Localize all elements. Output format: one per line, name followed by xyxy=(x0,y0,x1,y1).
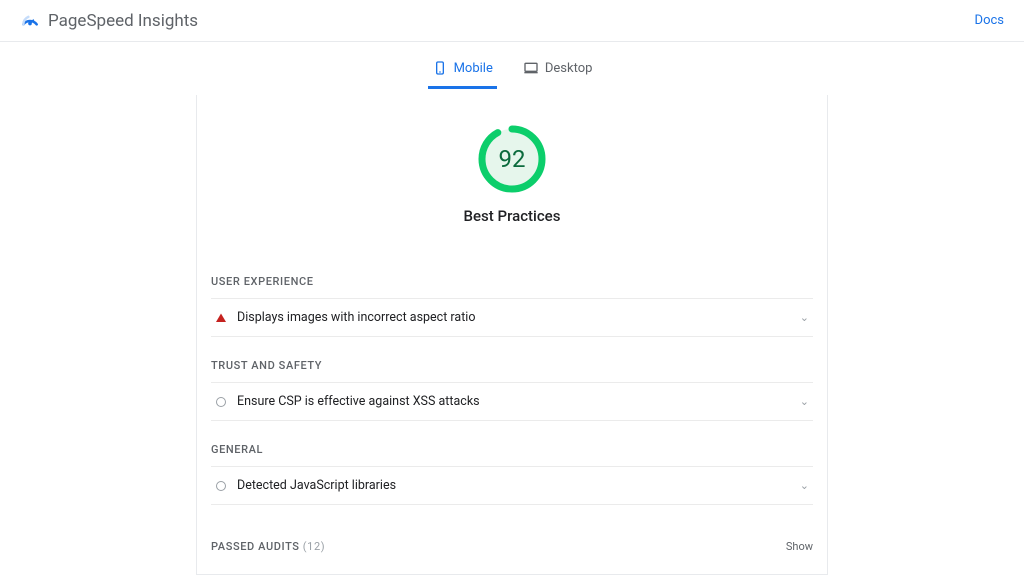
audit-csp-xss[interactable]: Ensure CSP is effective against XSS atta… xyxy=(211,382,813,421)
passed-count: (12) xyxy=(303,540,325,553)
info-circle-icon xyxy=(215,396,227,408)
audit-title: Displays images with incorrect aspect ra… xyxy=(237,310,475,325)
score-section: 92 Best Practices xyxy=(197,95,827,253)
section-trust-safety: TRUST AND SAFETY Ensure CSP is effective… xyxy=(197,355,827,421)
section-heading: TRUST AND SAFETY xyxy=(211,355,813,382)
info-circle-icon xyxy=(215,480,227,492)
audit-title: Ensure CSP is effective against XSS atta… xyxy=(237,394,480,409)
topbar: PageSpeed Insights Docs xyxy=(0,0,1024,42)
pagespeed-logo-icon xyxy=(20,11,40,31)
audit-title: Detected JavaScript libraries xyxy=(237,478,396,493)
score-value: 92 xyxy=(478,125,546,193)
score-gauge: 92 xyxy=(478,125,546,193)
report-card: 92 Best Practices USER EXPERIENCE Displa… xyxy=(196,95,828,575)
desktop-icon xyxy=(523,60,539,76)
passed-audits-row[interactable]: PASSED AUDITS (12) Show xyxy=(197,525,827,554)
show-toggle[interactable]: Show xyxy=(786,540,813,553)
section-user-experience: USER EXPERIENCE Displays images with inc… xyxy=(197,271,827,337)
brand: PageSpeed Insights xyxy=(20,11,198,31)
device-tabs: Mobile Desktop xyxy=(0,42,1024,89)
section-heading: USER EXPERIENCE xyxy=(211,271,813,298)
audit-aspect-ratio[interactable]: Displays images with incorrect aspect ra… xyxy=(211,298,813,337)
score-label: Best Practices xyxy=(464,207,561,225)
tab-desktop[interactable]: Desktop xyxy=(519,54,597,89)
warning-triangle-icon xyxy=(215,312,227,324)
tab-mobile-label: Mobile xyxy=(454,61,493,76)
chevron-down-icon: ⌄ xyxy=(800,395,809,408)
section-heading: GENERAL xyxy=(211,439,813,466)
docs-link[interactable]: Docs xyxy=(975,13,1004,28)
app-title: PageSpeed Insights xyxy=(48,11,198,31)
chevron-down-icon: ⌄ xyxy=(800,479,809,492)
chevron-down-icon: ⌄ xyxy=(800,311,809,324)
section-general: GENERAL Detected JavaScript libraries ⌄ xyxy=(197,439,827,505)
tab-desktop-label: Desktop xyxy=(545,61,593,76)
tab-mobile[interactable]: Mobile xyxy=(428,54,497,89)
passed-label: PASSED AUDITS xyxy=(211,540,300,553)
audit-js-libraries[interactable]: Detected JavaScript libraries ⌄ xyxy=(211,466,813,505)
mobile-icon xyxy=(432,60,448,76)
